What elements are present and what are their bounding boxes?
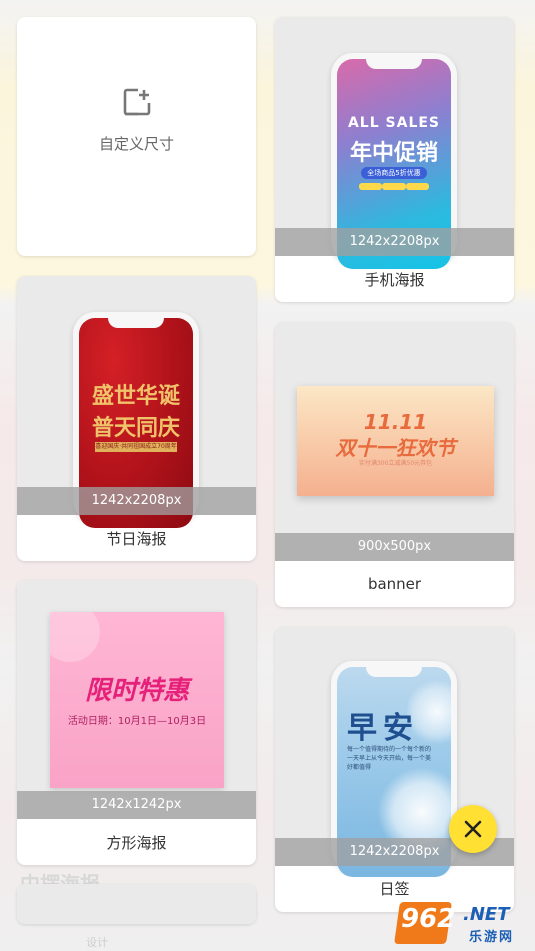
template-label: 日签 — [379, 880, 410, 898]
template-card-festival-poster[interactable]: 盛世华诞 普天同庆 喜迎国庆·共同祖国成立70周年 1242x2208px 节日… — [17, 276, 256, 561]
close-icon — [464, 820, 482, 838]
square-art-title: 限时特惠 — [84, 676, 189, 706]
poster-art-sub: 每一个值得期待的一个每个新的一天早上从今天开始，每一个美好都值得 — [347, 746, 432, 771]
poster-art-en: ALL SALES — [347, 115, 441, 131]
custom-size-label: 自定义尺寸 — [98, 135, 174, 153]
poster-art-pill: 全场商品5折优惠 — [361, 167, 427, 179]
watermark-net: .NET — [463, 904, 510, 925]
poster-art-coupons — [359, 183, 429, 191]
banner-art-num: 11.11 — [363, 410, 428, 434]
template-preview: 限时特惠 活动日期：10月1日—10月3日 1242x1242px — [17, 580, 256, 819]
template-card-partial[interactable] — [17, 884, 256, 924]
template-label: 节日海报 — [106, 530, 167, 548]
banner-art: 11.11 双十一狂欢节 实付满300立减满50元券包 — [297, 386, 494, 496]
poster-art-title: 早安 — [347, 711, 419, 746]
watermark-cn: 乐游网 — [469, 930, 515, 945]
poster-art-band: 喜迎国庆·共同祖国成立70周年 — [95, 442, 177, 452]
close-fab-button[interactable] — [449, 805, 497, 853]
template-preview: ALL SALES 年中促销 全场商品5折优惠 1242x2208px — [275, 17, 514, 269]
template-preview — [17, 884, 256, 924]
custom-size-card[interactable]: 自定义尺寸 — [17, 17, 256, 256]
banner-art-cn: 双十一狂欢节 — [335, 436, 456, 460]
template-card-daily-sign[interactable]: 早安 每一个值得期待的一个每个新的一天早上从今天开始，每一个美好都值得 1242… — [275, 627, 514, 912]
template-card-banner[interactable]: 11.11 双十一狂欢节 实付满300立减满50元券包 900x500px ba… — [275, 322, 514, 607]
template-size: 1242x2208px — [17, 487, 256, 515]
template-size: 1242x2208px — [275, 228, 514, 256]
poster-art-line2: 普天同庆 — [91, 415, 180, 441]
add-frame-icon — [123, 88, 151, 116]
template-label: banner — [367, 575, 422, 593]
watermark-num: 962 — [401, 904, 456, 934]
poster-art-line1: 盛世华诞 — [91, 383, 180, 409]
banner-art-sub: 实付满300立减满50元券包 — [358, 460, 433, 467]
template-preview: 盛世华诞 普天同庆 喜迎国庆·共同祖国成立70周年 1242x2208px — [17, 276, 256, 528]
template-label: 手机海报 — [364, 271, 425, 289]
template-label: 方形海报 — [106, 834, 167, 852]
template-card-square-poster[interactable]: 限时特惠 活动日期：10月1日—10月3日 1242x1242px 方形海报 — [17, 580, 256, 865]
template-card-phone-poster[interactable]: ALL SALES 年中促销 全场商品5折优惠 1242x2208px 手机海报 — [275, 17, 514, 302]
square-art: 限时特惠 活动日期：10月1日—10月3日 — [50, 612, 224, 788]
template-size: 1242x1242px — [17, 791, 256, 819]
background-peek-tab: 设计 — [86, 936, 108, 949]
template-preview: 11.11 双十一狂欢节 实付满300立减满50元券包 900x500px — [275, 322, 514, 561]
watermark-logo: 962 .NET 乐游网 — [394, 902, 531, 948]
poster-art-cn: 年中促销 — [349, 141, 438, 166]
template-size: 900x500px — [275, 533, 514, 561]
square-art-sub: 活动日期：10月1日—10月3日 — [67, 716, 207, 727]
